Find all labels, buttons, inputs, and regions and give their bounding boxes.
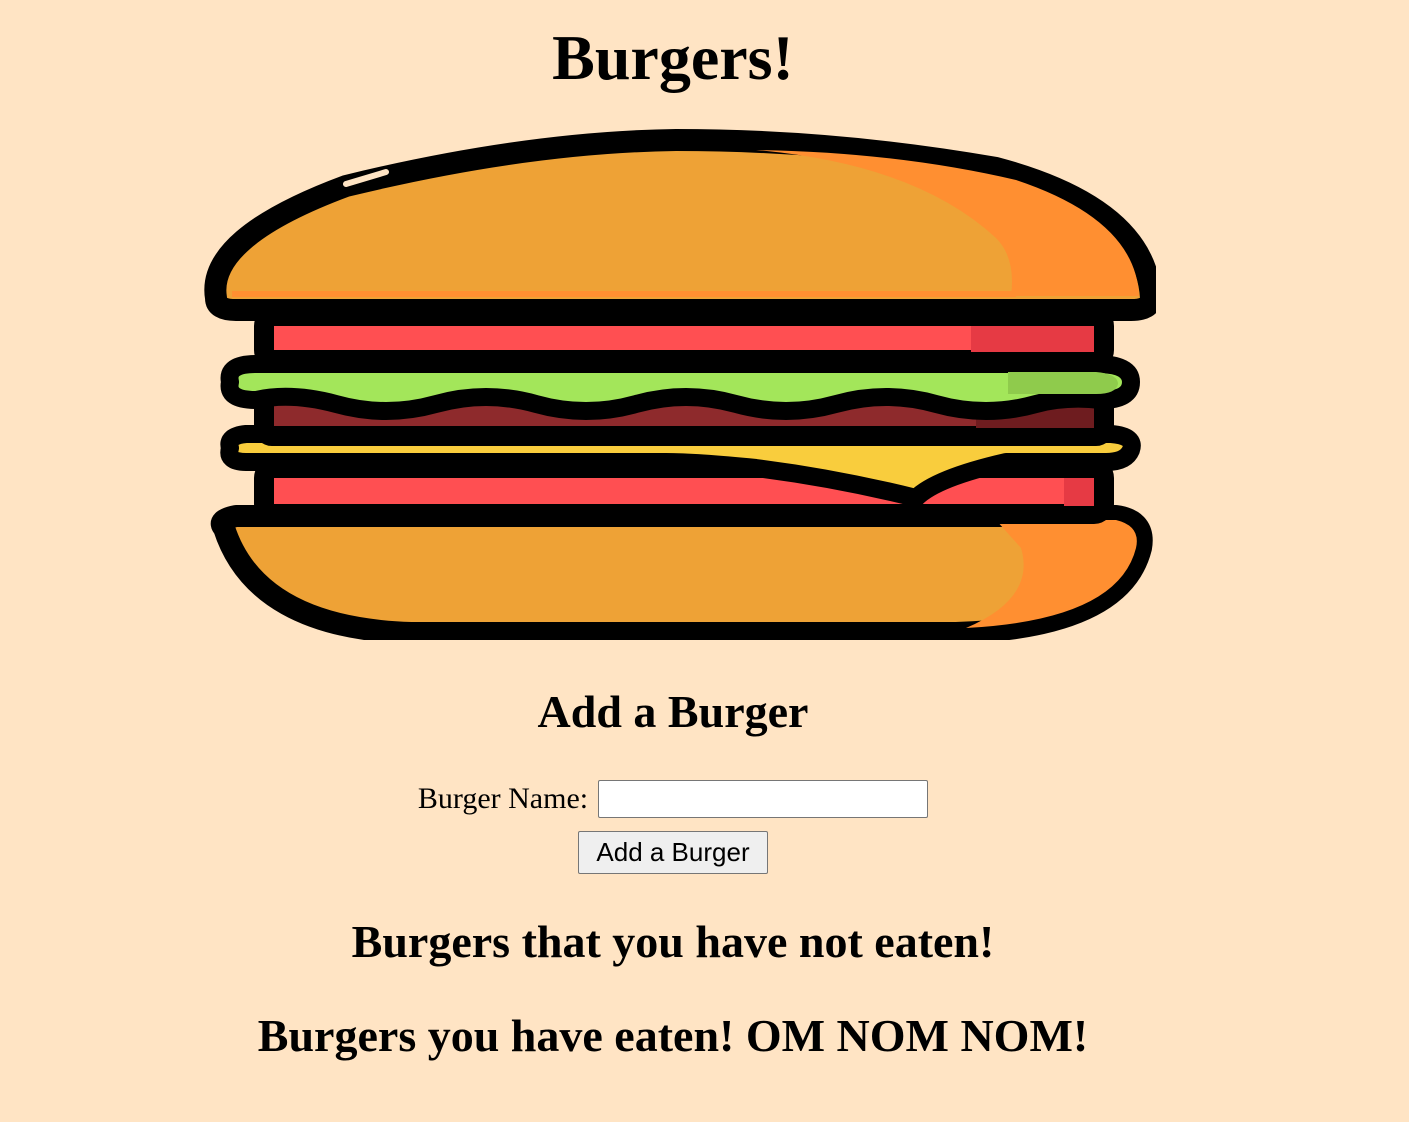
- page-title: Burgers!: [552, 22, 794, 93]
- burger-name-input[interactable]: [598, 780, 929, 818]
- hamburger-icon: [196, 128, 1162, 644]
- burger-name-label: Burger Name:: [417, 782, 589, 815]
- eaten-heading: Burgers you have eaten! OM NOM NOM!: [257, 1010, 1089, 1061]
- add-burger-heading: Add a Burger: [537, 686, 809, 737]
- add-burger-form: Burger Name:: [0, 776, 1346, 822]
- page: Burgers! Add a Burger Burger Name: Add a…: [0, 0, 1346, 1122]
- add-burger-button[interactable]: Add a Burger: [578, 831, 768, 874]
- not-eaten-heading: Burgers that you have not eaten!: [351, 916, 995, 967]
